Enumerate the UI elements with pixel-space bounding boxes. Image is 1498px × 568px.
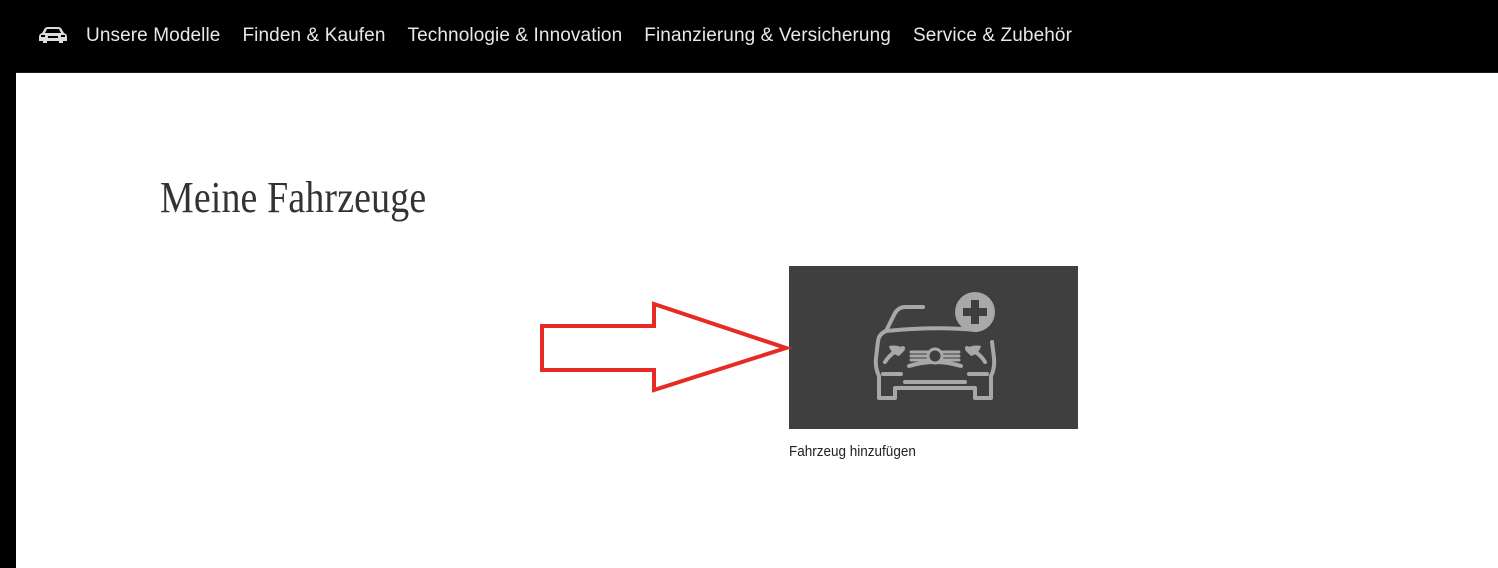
nav-item-finden-kaufen[interactable]: Finden & Kaufen [242,25,385,47]
add-vehicle-caption[interactable]: Fahrzeug hinzufügen [789,443,916,460]
car-plus-icon [873,292,997,400]
nav-menu: Unsere Modelle Finden & Kaufen Technolog… [86,0,1072,72]
page-frame: Unsere Modelle Finden & Kaufen Technolog… [16,0,1498,568]
page-title: Meine Fahrzeuge [160,173,427,222]
nav-item-service-zubehoer[interactable]: Service & Zubehör [913,25,1072,47]
top-navigation: Unsere Modelle Finden & Kaufen Technolog… [16,0,1498,73]
nav-item-technologie-innovation[interactable]: Technologie & Innovation [408,25,623,47]
red-arrow-annotation [540,301,793,393]
nav-item-finanzierung-versicherung[interactable]: Finanzierung & Versicherung [644,25,891,47]
car-icon[interactable] [38,26,68,44]
nav-item-unsere-modelle[interactable]: Unsere Modelle [86,25,220,47]
add-vehicle-tile[interactable] [789,266,1078,429]
